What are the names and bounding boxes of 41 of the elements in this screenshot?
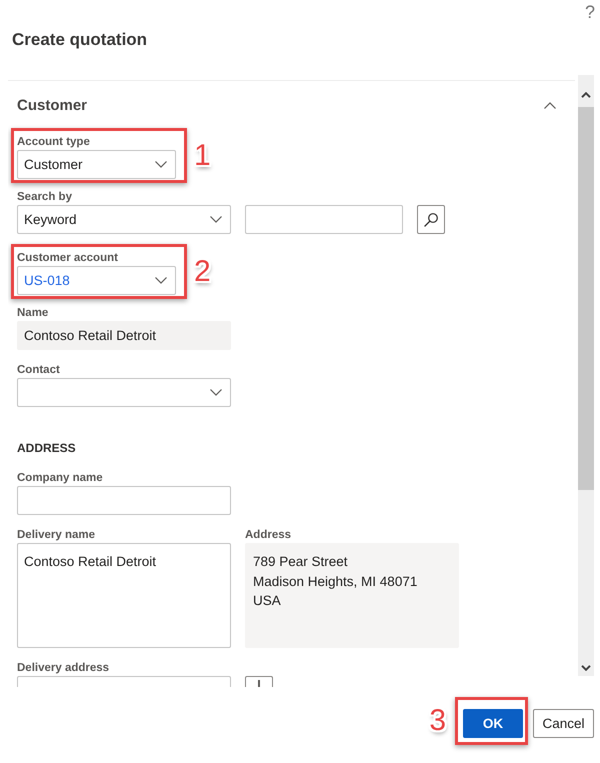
chevron-down-icon bbox=[155, 277, 167, 284]
chevron-up-icon bbox=[581, 92, 591, 98]
chevron-up-icon bbox=[544, 102, 556, 108]
callout-number: 3 bbox=[429, 705, 446, 737]
callout-number: 2 bbox=[194, 256, 211, 288]
dropdown-field[interactable] bbox=[17, 676, 231, 687]
chevron-down-icon bbox=[581, 665, 591, 671]
search-icon bbox=[424, 212, 438, 226]
help-button[interactable]: ? bbox=[584, 0, 595, 24]
chevron-down-icon bbox=[210, 389, 222, 396]
field-label: Delivery name bbox=[17, 529, 95, 542]
field-label: Name bbox=[17, 307, 48, 320]
collapse-button[interactable] bbox=[544, 102, 556, 108]
search-button[interactable] bbox=[417, 205, 445, 234]
dropdown-field[interactable]: US-018 bbox=[17, 266, 176, 295]
field-label: Search by bbox=[17, 191, 72, 204]
dropdown-field[interactable]: Keyword bbox=[17, 205, 231, 234]
section-heading: ADDRESS bbox=[17, 441, 76, 455]
scrollbar-thumb[interactable] bbox=[578, 107, 594, 490]
text-area[interactable]: Contoso Retail Detroit bbox=[17, 543, 231, 648]
field-label: Account type bbox=[17, 136, 90, 149]
dialog-title: Create quotation bbox=[12, 29, 148, 51]
callout-number: 1 bbox=[194, 140, 211, 172]
field-label: Customer account bbox=[17, 252, 118, 265]
chevron-down-icon bbox=[155, 161, 167, 168]
text-field[interactable] bbox=[17, 486, 231, 515]
chevron-down-icon bbox=[210, 216, 222, 223]
field-label: Contact bbox=[17, 364, 60, 377]
field-label: Address bbox=[245, 529, 292, 542]
field-label: Company name bbox=[17, 472, 103, 485]
ok-button[interactable]: OK bbox=[463, 709, 523, 738]
search-field[interactable] bbox=[245, 205, 403, 234]
scrollbar[interactable] bbox=[578, 75, 594, 676]
read-only-field: Contoso Retail Detroit bbox=[17, 321, 231, 350]
dropdown-field[interactable] bbox=[17, 378, 231, 407]
add-button[interactable] bbox=[245, 676, 273, 687]
dropdown-field[interactable]: Customer bbox=[17, 150, 176, 179]
read-only-field: 789 Pear Street Madison Heights, MI 48071 USA bbox=[245, 543, 459, 648]
section-title: Customer bbox=[17, 96, 88, 114]
field-label: Delivery address bbox=[17, 662, 110, 675]
cancel-button[interactable]: Cancel bbox=[533, 709, 594, 738]
